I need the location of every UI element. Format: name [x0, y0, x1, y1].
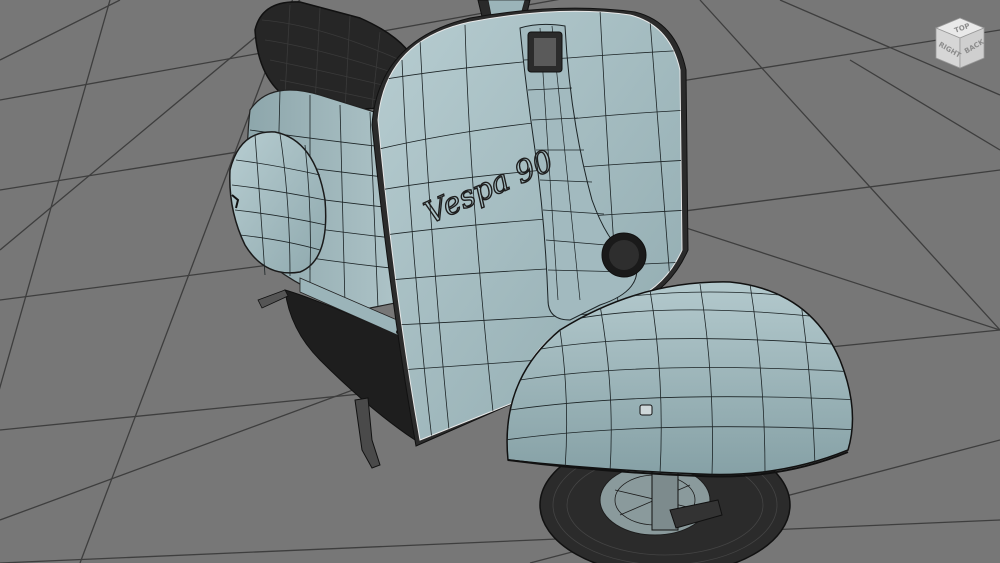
- 3d-viewport[interactable]: Vespa 90 TOP RIGHT BACK: [0, 0, 1000, 563]
- grid-line: [0, 379, 381, 521]
- grid-line: [0, 0, 111, 390]
- grid-line: [0, 519, 1000, 563]
- fender-bolt: [639, 404, 653, 416]
- scene-canvas[interactable]: Vespa 90: [0, 0, 1000, 563]
- viewcube-icon[interactable]: TOP RIGHT BACK: [928, 12, 992, 76]
- brake-pedal[interactable]: [257, 289, 289, 309]
